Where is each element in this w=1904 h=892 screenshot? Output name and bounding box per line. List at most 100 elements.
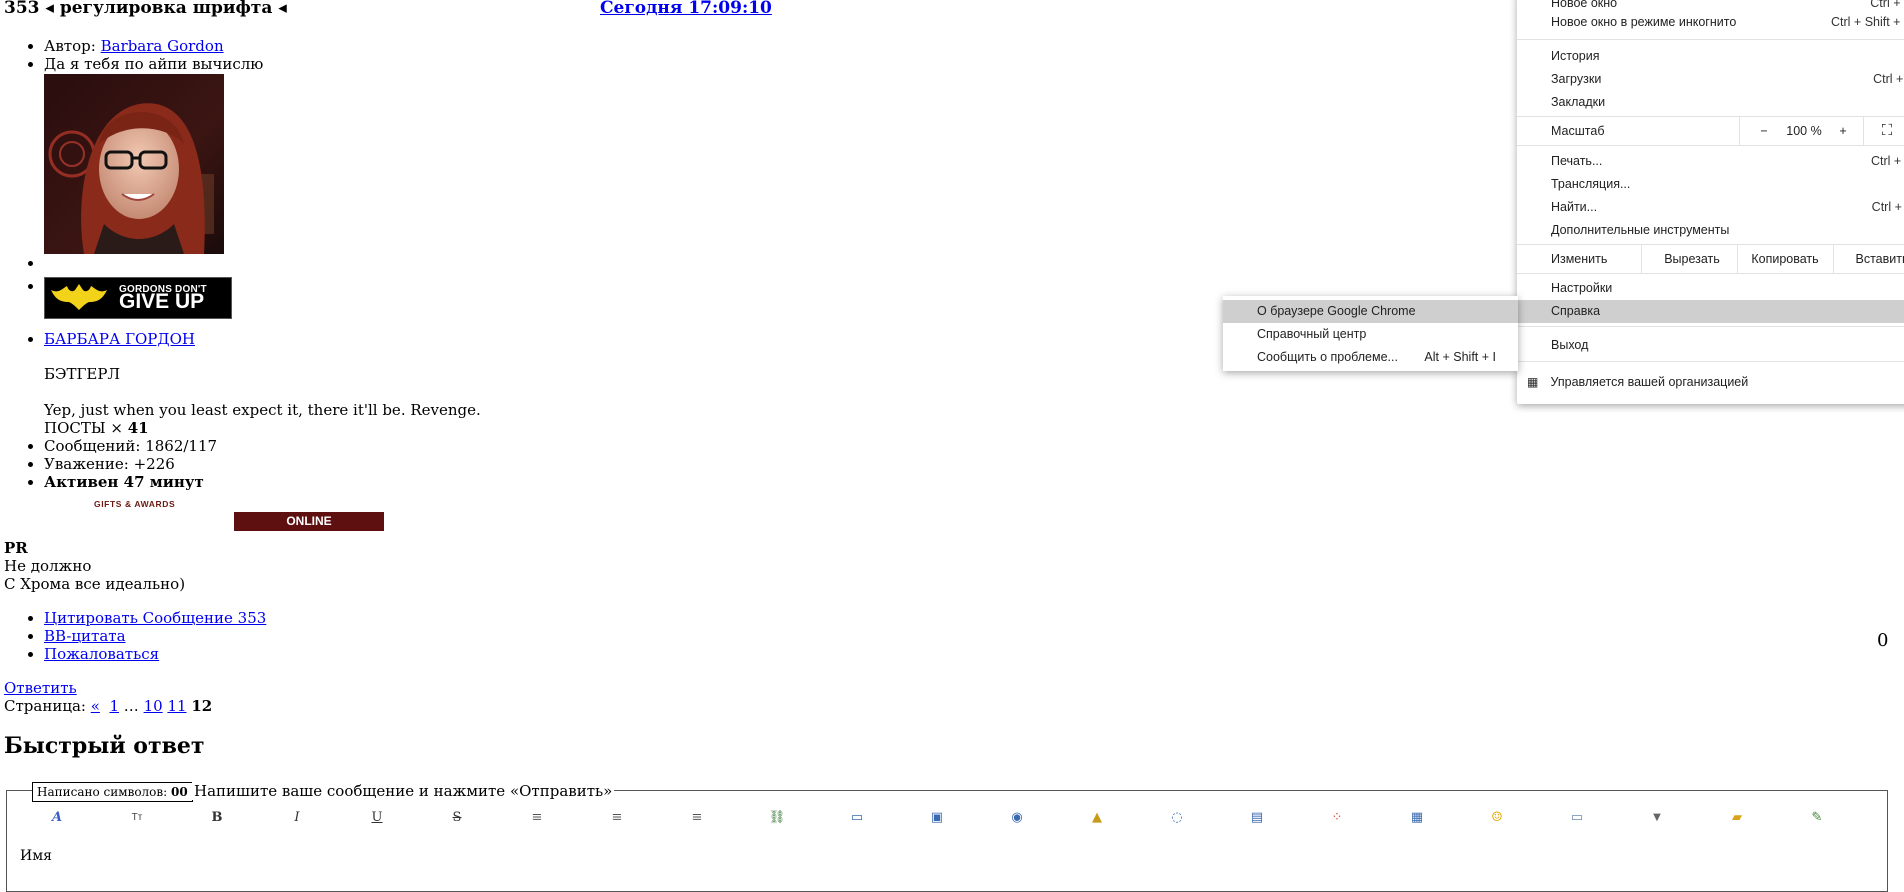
- more-dropdown-icon[interactable]: ▼: [1646, 808, 1668, 828]
- align-center-icon[interactable]: ≡: [606, 808, 628, 828]
- menu-find-label: Найти...: [1551, 200, 1598, 214]
- quick-reply-fieldset: [6, 790, 1888, 892]
- bb-quote-link[interactable]: BB-цитата: [44, 627, 126, 645]
- menu-divider: [1517, 145, 1904, 146]
- menu-bookmarks-label: Закладки: [1551, 95, 1606, 109]
- font-icon[interactable]: A: [46, 808, 68, 828]
- action-quote: Цитировать Сообщение 353: [44, 609, 266, 627]
- menu-downloads[interactable]: Загрузки Ctrl + J: [1551, 68, 1904, 91]
- lock-icon[interactable]: ▲: [1086, 808, 1108, 828]
- menu-managed[interactable]: ▦ Управляется вашей организацией: [1527, 371, 1904, 394]
- cut-button[interactable]: Вырезать: [1649, 245, 1735, 273]
- quick-reply-heading: Быстрый ответ: [4, 733, 205, 759]
- bold-icon[interactable]: B: [206, 808, 228, 828]
- menu-divider: [1517, 39, 1904, 40]
- profile-item: БАРБАРА ГОРДОН БЭТГЕРЛ Yep, just when yo…: [44, 330, 481, 437]
- post-body: PR Не должно С Хрома все идеально): [4, 539, 185, 593]
- gordons-banner: GORDONS DON'T GIVE UP: [44, 277, 232, 319]
- name-label: Имя: [20, 848, 52, 864]
- italic-icon[interactable]: I: [286, 808, 308, 828]
- author-line: Автор: Barbara Gordon: [44, 37, 481, 55]
- report-link[interactable]: Пожаловаться: [44, 645, 159, 663]
- align-left-icon[interactable]: ≡: [526, 808, 548, 828]
- zoom-in-button[interactable]: +: [1831, 117, 1855, 145]
- menu-incognito-shortcut: Ctrl + Shift + N: [1831, 15, 1904, 29]
- underline-icon[interactable]: U: [366, 808, 388, 828]
- char-counter-label: Написано символов:: [37, 785, 172, 799]
- menu-exit-label: Выход: [1551, 338, 1589, 352]
- video-icon[interactable]: ◉: [1006, 808, 1028, 828]
- table-icon[interactable]: ▦: [1406, 808, 1428, 828]
- align-right-icon[interactable]: ≡: [686, 808, 708, 828]
- book-icon[interactable]: ▭: [846, 808, 868, 828]
- upload-icon[interactable]: ▰: [1726, 808, 1748, 828]
- empty-list-item: [44, 254, 481, 269]
- profile-link[interactable]: БАРБАРА ГОРДОН: [44, 330, 195, 348]
- avatar: [44, 74, 224, 254]
- action-bb: BB-цитата: [44, 627, 266, 645]
- fullscreen-icon[interactable]: ⛶: [1875, 117, 1899, 145]
- submenu-help-center[interactable]: Справочный центр: [1223, 323, 1518, 346]
- menu-exit[interactable]: Выход: [1551, 334, 1904, 357]
- menu-new-window-label: Новое окно: [1551, 0, 1618, 10]
- color-icon[interactable]: ⁘: [1326, 808, 1348, 828]
- menu-history[interactable]: История: [1551, 45, 1904, 68]
- menu-find[interactable]: Найти... Ctrl + F: [1551, 196, 1904, 219]
- banner-line2: GIVE UP: [119, 290, 205, 313]
- post-body-line2: С Хрома все идеально): [4, 575, 186, 593]
- zoom-out-button[interactable]: −: [1752, 117, 1776, 145]
- menu-downloads-label: Загрузки: [1551, 72, 1602, 86]
- posts-value: 41: [127, 419, 149, 437]
- hide-icon[interactable]: ▤: [1246, 808, 1268, 828]
- menu-settings[interactable]: Настройки: [1551, 277, 1904, 300]
- page-1[interactable]: 1: [109, 697, 119, 715]
- strike-icon[interactable]: S: [446, 808, 468, 828]
- submenu-about[interactable]: О браузере Google Chrome: [1223, 300, 1518, 323]
- quote-message-link[interactable]: Цитировать Сообщение 353: [44, 609, 266, 627]
- menu-incognito[interactable]: Новое окно в режиме инкогнито Ctrl + Shif…: [1551, 11, 1904, 34]
- speech-bubble-icon[interactable]: ◌: [1166, 808, 1188, 828]
- post-body-line1: Не должно: [4, 557, 92, 575]
- submenu-about-label: О браузере Google Chrome: [1257, 304, 1416, 318]
- menu-cast[interactable]: Трансляция...: [1551, 173, 1904, 196]
- author-link[interactable]: Barbara Gordon: [101, 37, 224, 55]
- menu-divider: [1517, 326, 1904, 327]
- menu-bookmarks[interactable]: Закладки: [1551, 91, 1904, 114]
- submenu-help-center-label: Справочный центр: [1257, 327, 1367, 341]
- reply-instruction: Напишите ваше сообщение и нажмите «Отпра…: [192, 782, 615, 800]
- menu-divider: [1833, 245, 1834, 273]
- profile-role: БЭТГЕРЛ: [44, 365, 120, 383]
- respect-stat: Уважение: +226: [44, 455, 481, 473]
- menu-help-label: Справка: [1551, 304, 1601, 318]
- pagination: Страница: « 1 … 10 11 12: [4, 697, 212, 715]
- image-icon[interactable]: ▭: [1566, 808, 1588, 828]
- menu-find-shortcut: Ctrl + F: [1871, 200, 1904, 214]
- menu-more-tools[interactable]: Дополнительные инструменты: [1551, 219, 1904, 242]
- author-label: Автор:: [44, 37, 101, 55]
- submenu-report-shortcut: Alt + Shift + I: [1424, 350, 1496, 364]
- char-counter: Написано символов: 00: [32, 782, 193, 802]
- post-author-info: Автор: Barbara Gordon Да я тебя по айпи …: [24, 37, 481, 491]
- link-icon[interactable]: ⛓: [766, 808, 788, 828]
- active-stat: Активен 47 минут: [44, 473, 481, 491]
- edit-icon[interactable]: ✎: [1806, 808, 1828, 828]
- submenu-report[interactable]: Сообщить о проблеме... Alt + Shift + I: [1223, 346, 1518, 369]
- page-11[interactable]: 11: [167, 697, 186, 715]
- profile-quote: Yep, just when you least expect it, ther…: [44, 401, 481, 419]
- menu-help[interactable]: Справка: [1517, 300, 1904, 323]
- post-right-counter: 0: [1877, 630, 1889, 651]
- size-icon[interactable]: Tт: [126, 808, 148, 828]
- post-date-link[interactable]: Сегодня 17:09:10: [600, 0, 772, 18]
- online-badge: ONLINE: [234, 512, 384, 531]
- copy-button[interactable]: Копировать: [1739, 245, 1831, 273]
- reply-link[interactable]: Ответить: [4, 679, 77, 697]
- menu-divider: [1517, 361, 1904, 362]
- page-10[interactable]: 10: [144, 697, 163, 715]
- page-prev[interactable]: «: [91, 697, 100, 715]
- spoiler-icon[interactable]: ▣: [926, 808, 948, 828]
- menu-print-shortcut: Ctrl + P: [1870, 154, 1904, 168]
- smiley-icon[interactable]: ☺: [1486, 808, 1508, 828]
- paste-button[interactable]: Вставить: [1837, 245, 1904, 273]
- pagination-ellipsis: …: [119, 697, 144, 715]
- menu-print[interactable]: Печать... Ctrl + P: [1551, 150, 1904, 173]
